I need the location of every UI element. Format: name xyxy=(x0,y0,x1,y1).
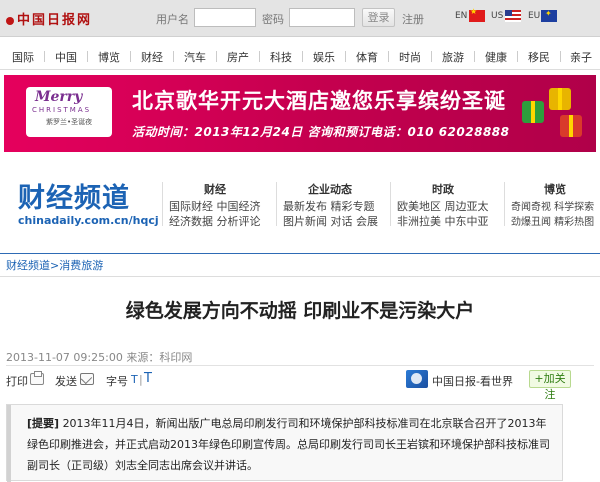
eu-flag-icon[interactable] xyxy=(541,9,557,22)
breadcrumb: 财经频道>消费旅游 xyxy=(6,257,103,273)
summary-body: 2013年11月4日，新闻出版广电总局印刷发行司和环境保护部科技标准司在北京联合… xyxy=(27,417,550,472)
nav-divider xyxy=(517,51,518,62)
channel-nav: 国际 中国 博览 财经 汽车 房产 科技 娱乐 体育 时尚 旅游 健康 移民 亲… xyxy=(0,45,600,67)
nav-item-guoji[interactable]: 国际 xyxy=(4,49,42,65)
lang-en-label[interactable]: EN xyxy=(455,11,467,21)
nav-divider xyxy=(259,51,260,62)
font-size-small-button[interactable]: T xyxy=(131,373,138,386)
nav-item-bolan[interactable]: 博览 xyxy=(90,49,128,65)
banner-ad[interactable]: Merry CHRISTMAS 紫罗兰•圣诞夜 北京歌华开元大酒店邀您乐享缤纷圣… xyxy=(4,75,596,152)
breadcrumb-top-rule xyxy=(0,253,600,254)
top-bar: 中国日报网 用户名 密码 登录 注册 EN US EU xyxy=(0,0,600,37)
column-divider xyxy=(504,182,505,226)
column-head-caijing[interactable]: 财经 xyxy=(204,181,226,197)
summary-text: [提要] 2013年11月4日，新闻出版广电总局印刷发行司和环境保护部科技标准司… xyxy=(27,413,555,476)
logo-mark-icon xyxy=(6,16,14,25)
nav-divider-line xyxy=(0,69,600,70)
username-input[interactable] xyxy=(194,8,256,27)
font-size-label: 字号 xyxy=(106,375,128,388)
printer-icon[interactable] xyxy=(30,371,44,385)
nav-divider xyxy=(87,51,88,62)
mail-icon[interactable] xyxy=(80,373,94,385)
nav-item-qiche[interactable]: 汽车 xyxy=(176,49,214,65)
password-label: 密码 xyxy=(262,13,284,26)
summary-accent-bar xyxy=(7,405,11,482)
chinadaily-weibo-icon[interactable] xyxy=(406,370,428,388)
username-label: 用户名 xyxy=(156,13,189,26)
meta-divider xyxy=(6,365,594,366)
print-label[interactable]: 打印 xyxy=(6,373,28,389)
nav-divider xyxy=(345,51,346,62)
column-links-shizheng-row2[interactable]: 非洲拉美 中东中亚 xyxy=(397,213,489,229)
nav-item-shishang[interactable]: 时尚 xyxy=(391,49,429,65)
column-head-qiye[interactable]: 企业动态 xyxy=(308,181,352,197)
gift-box-icon xyxy=(549,88,571,110)
column-links-bolan-row1[interactable]: 奇闻奇视 科学探索 xyxy=(511,198,594,213)
article-summary-box: [提要] 2013年11月4日，新闻出版广电总局印刷发行司和环境保护部科技标准司… xyxy=(6,404,563,482)
column-links-caijing-row1[interactable]: 国际财经 中国经济 xyxy=(169,198,261,214)
nav-divider xyxy=(216,51,217,62)
site-logo[interactable]: 中国日报网 xyxy=(6,9,92,28)
gift-box-icon xyxy=(560,115,582,137)
nav-divider xyxy=(302,51,303,62)
nav-item-fangchan[interactable]: 房产 xyxy=(219,49,257,65)
nav-divider xyxy=(560,51,561,62)
nav-item-keji[interactable]: 科技 xyxy=(262,49,300,65)
banner-logo-christmas: CHRISTMAS xyxy=(32,106,92,114)
nav-item-tiyu[interactable]: 体育 xyxy=(348,49,386,65)
column-divider xyxy=(390,182,391,226)
follow-account-name[interactable]: 中国日报-看世界 xyxy=(432,373,513,389)
column-links-qiye-row2[interactable]: 图片新闻 对话 会展 xyxy=(283,213,378,229)
nav-divider xyxy=(431,51,432,62)
banner-headline: 北京歌华开元大酒店邀您乐享缤纷圣诞 xyxy=(132,89,506,113)
password-input[interactable] xyxy=(289,8,355,27)
channel-url[interactable]: chinadaily.com.cn/hqcj xyxy=(18,214,159,227)
china-flag-icon[interactable] xyxy=(469,7,485,22)
channel-title[interactable]: 财经频道 xyxy=(18,176,130,215)
breadcrumb-bottom-rule xyxy=(0,276,600,277)
font-size-separator: | xyxy=(139,373,143,386)
column-links-qiye-row1[interactable]: 最新发布 精彩专题 xyxy=(283,198,375,214)
summary-tag: [提要] xyxy=(27,417,60,430)
column-divider xyxy=(162,182,163,226)
site-logo-text: 中国日报网 xyxy=(17,13,93,28)
nav-item-lvyou[interactable]: 旅游 xyxy=(434,49,472,65)
column-divider xyxy=(276,182,277,226)
nav-item-yule[interactable]: 娱乐 xyxy=(305,49,343,65)
breadcrumb-separator: > xyxy=(50,259,60,272)
font-size-big-button[interactable]: T xyxy=(144,371,152,386)
banner-logo-brand: 紫罗兰•圣诞夜 xyxy=(46,118,93,126)
nav-item-jiankang[interactable]: 健康 xyxy=(477,49,515,65)
lang-us-label[interactable]: US xyxy=(491,11,503,21)
follow-button[interactable]: +加关注 xyxy=(529,370,571,401)
column-links-shizheng-row1[interactable]: 欧美地区 周边亚太 xyxy=(397,198,489,214)
nav-divider xyxy=(130,51,131,62)
column-links-caijing-row2[interactable]: 经济数据 分析评论 xyxy=(169,213,261,229)
gift-box-icon xyxy=(522,101,544,123)
send-label[interactable]: 发送 xyxy=(55,373,77,389)
register-link[interactable]: 注册 xyxy=(402,11,424,27)
nav-divider xyxy=(388,51,389,62)
nav-item-caijing[interactable]: 财经 xyxy=(133,49,171,65)
nav-item-zhongguo[interactable]: 中国 xyxy=(47,49,85,65)
nav-divider xyxy=(173,51,174,62)
us-flag-icon[interactable] xyxy=(505,10,521,22)
nav-divider xyxy=(474,51,475,62)
breadcrumb-subsection[interactable]: 消费旅游 xyxy=(59,259,103,272)
nav-item-yimin[interactable]: 移民 xyxy=(520,49,558,65)
nav-item-qinzi[interactable]: 亲子 xyxy=(562,49,600,65)
column-links-bolan-row2[interactable]: 劲爆丑闻 精彩热图 xyxy=(511,213,594,228)
article-meta: 2013-11-07 09:25:00 来源：科印网 xyxy=(6,351,193,364)
lang-eu-label[interactable]: EU xyxy=(528,11,540,21)
column-head-bolan[interactable]: 博览 xyxy=(544,181,566,197)
nav-divider xyxy=(44,51,45,62)
banner-logo-merry: Merry xyxy=(35,89,83,105)
article-title: 绿色发展方向不动摇 印刷业不是污染大户 xyxy=(125,300,475,322)
breadcrumb-section[interactable]: 财经频道 xyxy=(6,259,50,272)
banner-subline: 活动时间：2013年12月24日 咨询和预订电话：010 62028888 xyxy=(132,125,510,139)
column-head-shizheng[interactable]: 时政 xyxy=(432,181,454,197)
login-button[interactable]: 登录 xyxy=(362,8,395,27)
